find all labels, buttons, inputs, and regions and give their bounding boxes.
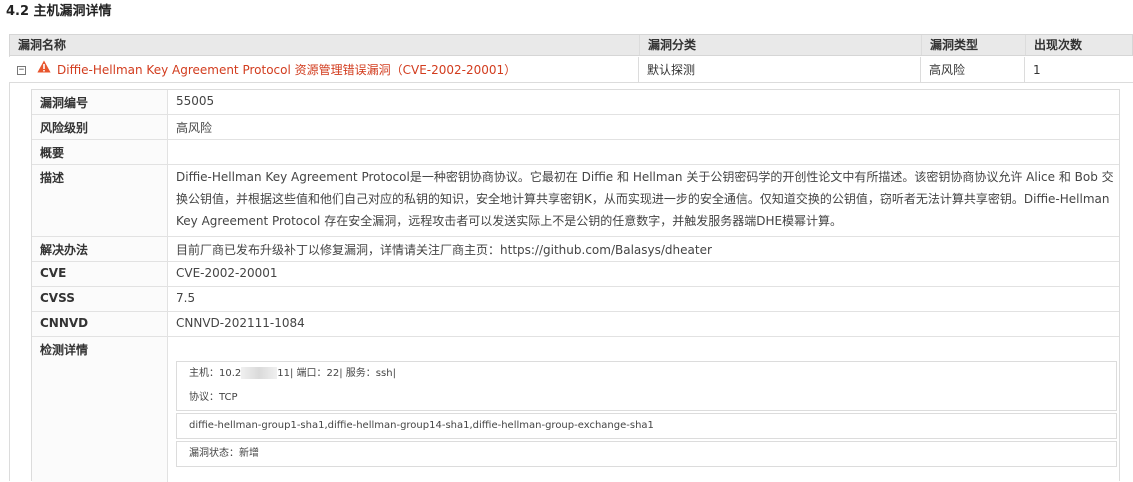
vuln-count: 1 — [1033, 62, 1041, 77]
section-title: 4.2 主机漏洞详情 — [6, 4, 112, 19]
vuln-name-link[interactable]: Diffie-Hellman Key Agreement Protocol 资源… — [57, 57, 516, 83]
detail-row-cnnvd: CNNVD CNNVD-202111-1084 — [32, 312, 1119, 337]
header-vuln-category: 漏洞分类 — [648, 38, 697, 52]
detection-host-box: 主机：10.2 11| 端口：22| 服务：ssh| 协议：TCP — [176, 361, 1117, 411]
detection-protocol: 协议：TCP — [189, 392, 238, 403]
collapse-toggle-icon[interactable]: − — [17, 66, 26, 75]
detection-status-box: 漏洞状态：新增 — [176, 441, 1117, 467]
header-vuln-type: 漏洞类型 — [930, 38, 979, 52]
detail-row-cve: CVE CVE-2002-20001 — [32, 262, 1119, 287]
detection-host-line: 主机：10.2 11| 端口：22| 服务：ssh| — [189, 367, 396, 379]
detection-status: 漏洞状态：新增 — [189, 448, 259, 459]
table-header: 漏洞名称 漏洞分类 漏洞类型 出现次数 — [9, 34, 1133, 56]
detail-row-id: 漏洞编号 55005 — [32, 90, 1119, 115]
table-row: − Diffie-Hellman Key Agreement Protocol … — [9, 57, 1133, 83]
vuln-category: 默认探测 — [647, 63, 696, 77]
header-occurrence-count: 出现次数 — [1034, 38, 1083, 52]
detection-algorithms: diffie-hellman-group1-sha1,diffie-hellma… — [189, 420, 654, 431]
redacted-ip-mask — [241, 367, 278, 379]
warning-triangle-icon — [37, 60, 51, 76]
header-vuln-name: 漏洞名称 — [18, 38, 67, 52]
detail-row-solution: 解决办法 目前厂商已发布升级补丁以修复漏洞，详情请关注厂商主页：https://… — [32, 237, 1119, 262]
detection-algorithms-box: diffie-hellman-group1-sha1,diffie-hellma… — [176, 413, 1117, 439]
vuln-detail-panel: 漏洞编号 55005 风险级别 高风险 概要 描述 Diffie-Hellman… — [31, 89, 1120, 482]
detail-row-description: 描述 Diffie-Hellman Key Agreement Protocol… — [32, 165, 1119, 237]
detail-row-cvss: CVSS 7.5 — [32, 287, 1119, 312]
detail-row-summary: 概要 — [32, 140, 1119, 165]
detail-row-risk: 风险级别 高风险 — [32, 115, 1119, 140]
vuln-type: 高风险 — [929, 63, 966, 77]
